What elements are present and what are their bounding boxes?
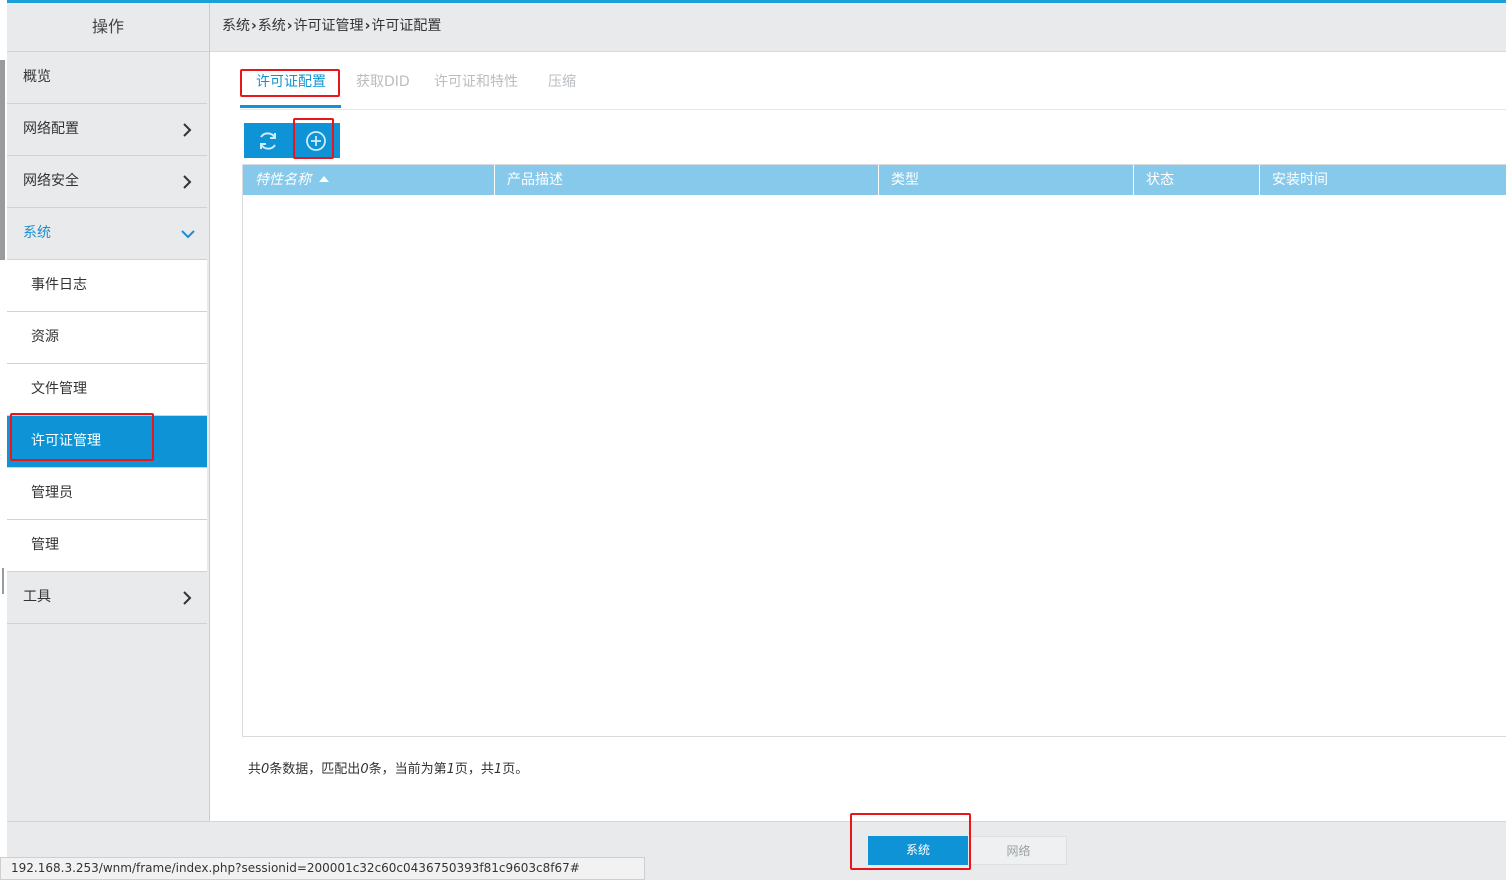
column-header-status[interactable]: 状态 bbox=[1134, 165, 1260, 195]
current-page: 1 bbox=[446, 762, 455, 777]
column-header-type[interactable]: 类型 bbox=[879, 165, 1134, 195]
pagination-info: 共0条数据，匹配出0条，当前为第1页，共1页。 bbox=[248, 758, 528, 777]
sidebar-subitem-event-log[interactable]: 事件日志 bbox=[7, 260, 207, 312]
tab-get-did[interactable]: 获取DID bbox=[356, 66, 410, 110]
browser-status-url: 192.168.3.253/wnm/frame/index.php?sessio… bbox=[0, 857, 645, 880]
total-pages: 1 bbox=[493, 762, 503, 777]
table-header: 特性名称 产品描述 类型 状态 安装时间 bbox=[243, 165, 1506, 195]
breadcrumb-separator-icon: › bbox=[286, 18, 293, 34]
pager-text: 共 bbox=[248, 762, 262, 777]
breadcrumb-item[interactable]: 许可证管理 bbox=[294, 18, 364, 34]
sidebar-header: 操作 bbox=[7, 3, 209, 52]
sidebar-item-label: 网络配置 bbox=[23, 121, 79, 137]
sidebar: 操作 概览 网络配置 网络安全 系统 事件日志 资源 文件管理 许可证管理 管理… bbox=[7, 3, 210, 821]
sidebar-item-label: 系统 bbox=[23, 225, 51, 241]
sidebar-subitem-label: 文件管理 bbox=[31, 381, 87, 397]
sidebar-item-overview[interactable]: 概览 bbox=[7, 52, 207, 104]
pager-text: 条，当前为第 bbox=[368, 762, 447, 777]
bottom-tab-system[interactable]: 系统 bbox=[868, 836, 968, 865]
chevron-right-icon bbox=[181, 156, 195, 207]
breadcrumb-separator-icon: › bbox=[251, 18, 257, 34]
column-header-install-time[interactable]: 安装时间 bbox=[1260, 165, 1506, 195]
tab-license-config[interactable]: 许可证配置 bbox=[256, 66, 326, 110]
sidebar-item-system[interactable]: 系统 bbox=[7, 208, 207, 260]
active-tab-indicator bbox=[240, 105, 341, 108]
tab-license-features[interactable]: 许可证和特性 bbox=[434, 66, 518, 110]
toolbar bbox=[244, 123, 340, 158]
matched-count: 0 bbox=[360, 762, 369, 777]
feature-table: 特性名称 产品描述 类型 状态 安装时间 bbox=[242, 164, 1506, 737]
sidebar-item-tools[interactable]: 工具 bbox=[7, 572, 207, 624]
breadcrumb-item[interactable]: 系统 bbox=[258, 18, 286, 34]
column-header-label: 状态 bbox=[1146, 172, 1174, 188]
sidebar-item-label: 工具 bbox=[23, 589, 51, 605]
refresh-icon bbox=[260, 132, 276, 150]
sidebar-subitem-label: 管理 bbox=[31, 537, 59, 553]
tab-compress[interactable]: 压缩 bbox=[548, 66, 576, 110]
column-header-feature-name[interactable]: 特性名称 bbox=[243, 165, 495, 195]
sidebar-subitem-administrators[interactable]: 管理员 bbox=[7, 468, 207, 520]
sort-ascending-icon bbox=[319, 176, 329, 182]
breadcrumb-item[interactable]: 系统 bbox=[222, 18, 250, 34]
chevron-right-icon bbox=[181, 572, 195, 623]
sidebar-item-network-config[interactable]: 网络配置 bbox=[7, 104, 207, 156]
sidebar-subitem-file-management[interactable]: 文件管理 bbox=[7, 364, 207, 416]
breadcrumb-item-current: 许可证配置 bbox=[371, 18, 442, 34]
refresh-button[interactable] bbox=[244, 123, 292, 158]
add-button[interactable] bbox=[292, 123, 340, 158]
plus-circle-icon bbox=[306, 131, 326, 151]
chevron-down-icon bbox=[181, 208, 195, 259]
sidebar-subitem-management[interactable]: 管理 bbox=[7, 520, 207, 572]
sidebar-subitem-label: 事件日志 bbox=[31, 277, 87, 293]
pager-text: 页，共 bbox=[454, 762, 494, 777]
column-header-label: 类型 bbox=[891, 172, 919, 188]
sidebar-subitem-label: 管理员 bbox=[31, 485, 73, 501]
column-header-label: 安装时间 bbox=[1272, 172, 1328, 188]
left-edge-marker-small bbox=[2, 568, 4, 594]
sidebar-item-label: 概览 bbox=[23, 69, 51, 85]
bottom-tab-network[interactable]: 网络 bbox=[970, 836, 1067, 865]
pager-text: 页。 bbox=[502, 762, 529, 777]
sidebar-item-network-security[interactable]: 网络安全 bbox=[7, 156, 207, 208]
sidebar-subitem-label: 许可证管理 bbox=[31, 433, 101, 449]
sidebar-subitem-license-management[interactable]: 许可证管理 bbox=[7, 416, 207, 468]
sidebar-subitem-resources[interactable]: 资源 bbox=[7, 312, 207, 364]
left-edge-marker bbox=[0, 60, 5, 260]
breadcrumb: 系统›系统›许可证管理›许可证配置 bbox=[210, 3, 1506, 52]
pager-text: 条数据，匹配出 bbox=[269, 762, 361, 777]
column-header-label: 产品描述 bbox=[507, 172, 563, 188]
sidebar-subitem-label: 资源 bbox=[31, 329, 59, 345]
chevron-right-icon bbox=[181, 104, 195, 155]
tab-bar: 许可证配置 获取DID 许可证和特性 压缩 bbox=[240, 66, 1506, 110]
sidebar-item-label: 网络安全 bbox=[23, 173, 79, 189]
breadcrumb-separator-icon: › bbox=[364, 18, 371, 34]
column-header-label: 特性名称 bbox=[255, 172, 311, 188]
column-header-product-desc[interactable]: 产品描述 bbox=[495, 165, 879, 195]
